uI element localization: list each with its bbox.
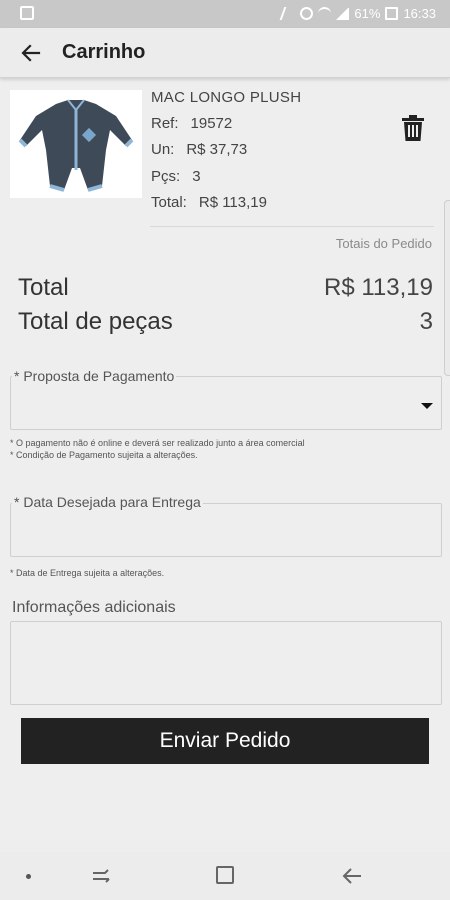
pieces-value: 3 [192,168,201,185]
cart-item: MAC LONGO PLUSH Ref: 19572 Un: R$ 37,73 Pç… [0,80,450,226]
arrow-left-icon [21,44,41,62]
total-value: R$ 113,19 [324,274,433,301]
total-pieces-value: 3 [419,308,433,335]
product-unit-price: Un: R$ 37,73 [151,141,247,158]
scroll-indicator[interactable] [444,200,450,376]
unit-value: R$ 37,73 [186,141,248,158]
unit-label: Un: [151,141,175,158]
back-button[interactable] [14,36,48,70]
product-image[interactable] [10,90,142,198]
battery-icon [385,7,399,20]
payment-note: * O pagamento não é online e deverá ser … [10,438,305,448]
gallery-notification-icon [20,6,34,20]
additional-info-label: Informações adicionais [12,599,176,616]
app-bar: Carrinho [0,28,450,78]
wifi-icon [318,7,332,20]
baby-romper-image [10,90,142,198]
page-title: Carrinho [62,41,146,63]
total-pieces-row: Total de peças 3 [18,308,433,336]
system-back-icon[interactable] [341,866,363,886]
product-total: Total: R$ 113,19 [151,194,267,211]
ref-label: Ref: [151,115,179,132]
signal-icon [336,7,350,20]
divider [150,226,434,227]
dropdown-arrow-icon [421,403,433,409]
battery-percent: 61% [354,6,381,21]
delete-item-button[interactable] [401,115,425,141]
status-bar: 61% 16:33 [0,0,450,28]
payment-select[interactable] [10,376,442,430]
delivery-date-label: * Data Desejada para Entrega [12,494,203,510]
system-nav-bar [0,852,450,900]
payment-label: * Proposta de Pagamento [12,368,177,384]
mute-icon [280,7,298,20]
total-row: Total R$ 113,19 [18,274,433,302]
payment-condition-note: * Condição de Pagamento sujeita a altera… [10,450,198,460]
product-total-value: R$ 113,19 [198,194,267,211]
additional-info-textarea[interactable] [10,621,442,705]
status-indicators: 61% 16:33 [280,6,436,21]
pieces-label: Pçs: [151,168,181,185]
clock: 16:33 [403,6,436,21]
total-pieces-label: Total de peças [18,308,173,335]
nav-dot-icon [26,874,31,879]
product-total-label: Total: [151,194,187,211]
product-pieces: Pçs: 3 [151,168,201,185]
ref-value: 19572 [190,115,233,132]
delivery-note: * Data de Entrega sujeita a alterações. [10,568,165,578]
home-icon[interactable] [216,866,234,884]
delivery-date-field[interactable] [10,503,442,557]
submit-order-button[interactable]: Enviar Pedido [21,718,429,764]
product-ref: Ref: 19572 [151,115,232,132]
recent-apps-icon[interactable] [90,866,112,886]
alarm-icon [300,7,314,20]
product-name: MAC LONGO PLUSH [151,89,302,106]
order-totals-heading: Totais do Pedido [335,236,432,251]
trash-icon [402,115,424,141]
total-label: Total [18,274,69,301]
